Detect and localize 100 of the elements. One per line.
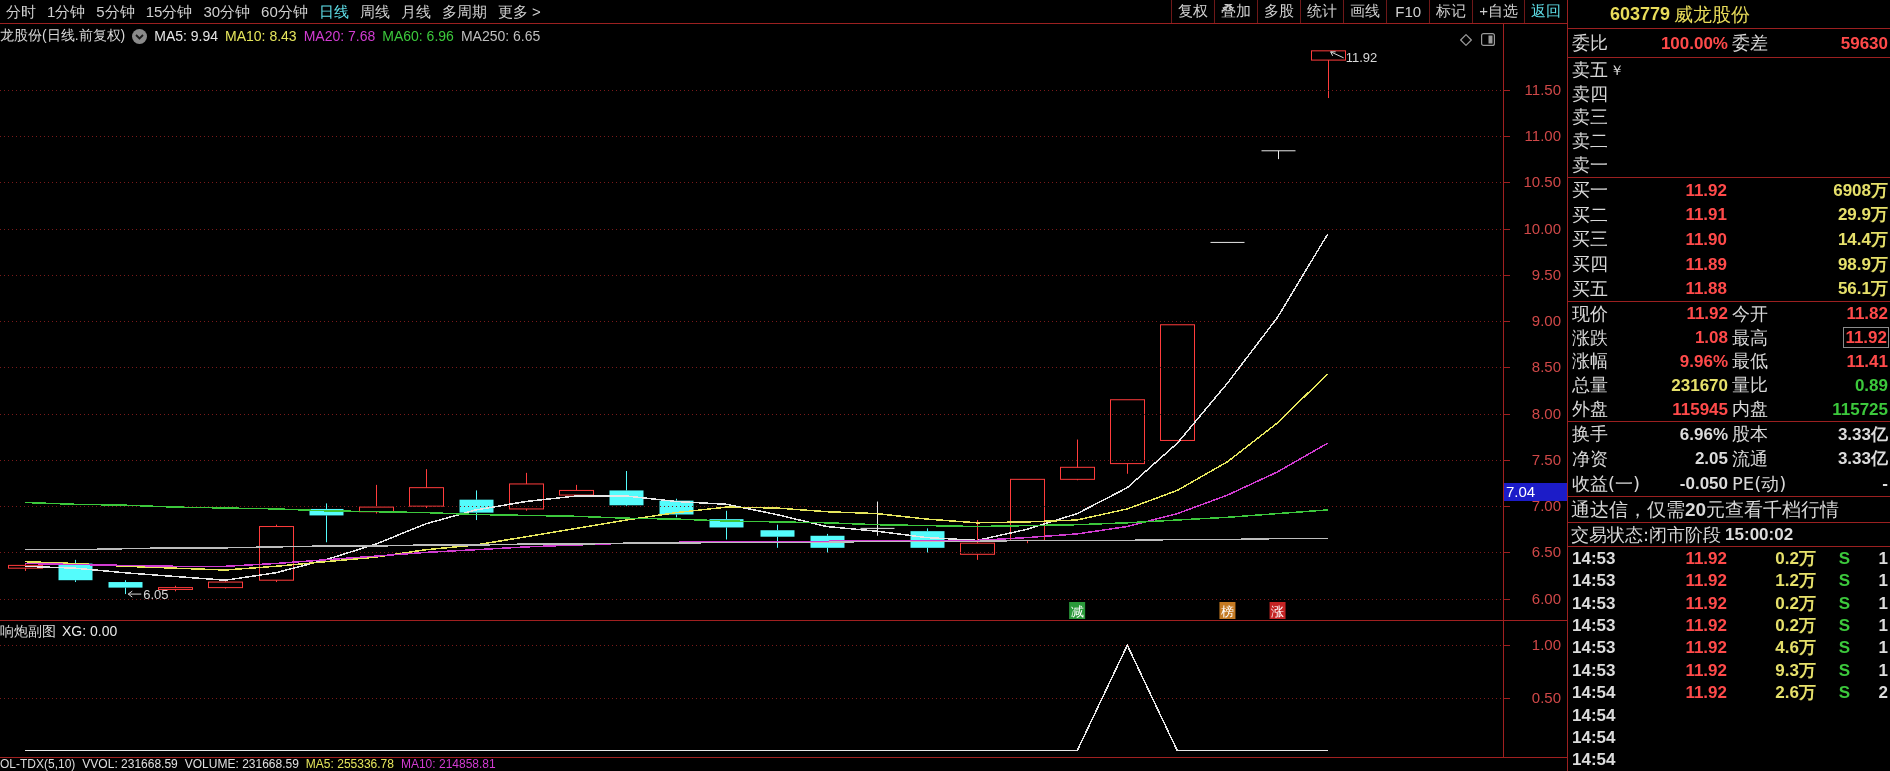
period-tab[interactable]: 多周期 [441,0,487,23]
order-label: 买五 [1572,278,1609,299]
leader-arrow [127,590,142,598]
price-label: 11.92 [1345,49,1378,65]
signal-tag: 涨 [1269,602,1286,619]
period-tab[interactable]: 30分钟 [203,0,251,23]
toolbar-button[interactable]: 多股 [1257,0,1301,23]
tick-time: 14:54 [1572,705,1617,725]
indicator-value: MA20: 7.68 [303,28,376,44]
quote-value: 2.05 [1694,449,1728,469]
order-label: 卖三 [1572,107,1608,128]
candlestick-drawing [1060,439,1095,481]
quote-value: 59630 [1840,33,1888,53]
toolbar-button[interactable]: 统计 [1300,0,1344,23]
order-label: 买二 [1572,204,1609,225]
period-tab[interactable]: 5分钟 [96,0,135,23]
tick-volume: 1.2万 [1774,571,1816,591]
indicator-value: MA10: 8.43 [225,28,297,44]
candlestick-drawing [309,502,344,543]
candlestick-drawing [760,524,795,549]
tick-volume: 4.6万 [1774,638,1816,658]
quote-label: PE(动) [1732,473,1787,494]
quote-label: 最高 [1732,327,1768,348]
candlestick-drawing [359,484,394,515]
candlestick-drawing [509,472,544,512]
diamond-icon[interactable] [1460,33,1472,46]
quote-value: 1.08 [1694,328,1728,348]
order-label: 卖二 [1572,131,1608,152]
tick-price: 11.92 [1684,548,1727,568]
period-tab[interactable]: 更多 > [497,0,541,23]
candlestick-drawing [1010,478,1045,544]
quote-value: 9.96% [1679,352,1728,371]
toolbar-button[interactable]: 叠加 [1214,0,1258,23]
quote-label: 量比 [1732,375,1768,396]
axis-label: 9.00 [1531,312,1561,330]
quote-label: 外盘 [1572,399,1608,420]
tick-volume: 0.2万 [1774,593,1816,613]
candlestick-drawing [559,484,594,498]
quote-label: 涨幅 [1572,351,1608,372]
order-label: 卖四 [1572,83,1608,104]
tick-price: 11.92 [1684,638,1727,658]
tick-price: 11.92 [1684,571,1727,591]
axis-label: 8.50 [1531,358,1561,376]
quote-value: 11.41 [1846,352,1888,371]
axis-label: 1.00 [1531,636,1561,654]
tick-price: 11.92 [1684,615,1727,635]
axis-label: 7.50 [1531,450,1561,468]
axis-label: 11.50 [1524,80,1561,98]
tick-side: S [1837,660,1850,680]
order-price: 11.88 [1684,279,1727,299]
tick-price: 11.92 [1684,660,1727,680]
order-volume: 14.4万 [1836,230,1888,249]
stock-code: 603779 [1610,3,1671,25]
candlestick-drawing [58,559,93,583]
toolbar-button[interactable]: +自选 [1472,0,1524,23]
quote-value: 11.92 [1844,328,1888,348]
tick-price: 11.92 [1684,683,1727,703]
panel-toggle-icon[interactable] [1481,33,1495,46]
period-tab[interactable]: 15分钟 [145,0,193,23]
quote-label: 流通 [1732,449,1768,469]
chart-title: OL-TDX(5,10) [0,758,76,771]
tick-volume: 9.3万 [1774,660,1816,680]
dropdown-icon[interactable] [132,28,148,44]
order-volume: 29.9万 [1836,205,1888,225]
candlestick-drawing [8,563,43,572]
quote-value: 3.33亿 [1837,449,1888,469]
tick-count: 1 [1877,593,1888,613]
signal-tag: 榜 [1219,602,1236,619]
indicator-value: XG: 0.00 [62,623,118,641]
toolbar-button[interactable]: F10 [1386,0,1430,23]
tick-volume: 0.2万 [1774,615,1816,635]
period-tab[interactable]: 60分钟 [261,0,308,23]
quote-label: 换手 [1572,424,1608,445]
axis-label: 10.00 [1523,219,1561,237]
period-tab[interactable]: 周线 [359,0,390,23]
toolbar-button[interactable]: 标记 [1429,0,1473,23]
order-price: 11.91 [1684,205,1727,225]
period-tab[interactable]: 1分钟 [47,0,86,23]
tick-time: 14:54 [1572,750,1617,770]
period-tab[interactable]: 日线 [318,0,349,23]
order-volume: 98.9万 [1836,254,1888,274]
tick-time: 14:53 [1572,638,1617,658]
tick-count: 1 [1877,548,1888,568]
toolbar-button[interactable]: 返回 [1524,0,1567,23]
tick-side: S [1837,683,1850,703]
toolbar-button[interactable]: 画线 [1343,0,1387,23]
quote-label: 现价 [1572,303,1608,324]
promo-link[interactable]: 通达信，仅需20元查看千档行情 [1568,497,1890,523]
order-label: 买一 [1572,180,1609,201]
indicator-value: MA10: 214858.81 [400,758,496,771]
period-tab[interactable]: 月线 [400,0,431,23]
indicator-value: MA5: 255336.78 [305,758,394,771]
toolbar-button[interactable]: 复权 [1171,0,1215,23]
period-tab[interactable]: 分时 [6,0,36,23]
tick-side: S [1837,638,1850,658]
quote-label: 股本 [1732,424,1768,445]
candlestick-drawing [709,510,744,540]
quote-label: 委差 [1732,33,1768,53]
order-label: 卖一 [1572,155,1608,176]
axis-label: 11.00 [1524,127,1561,144]
